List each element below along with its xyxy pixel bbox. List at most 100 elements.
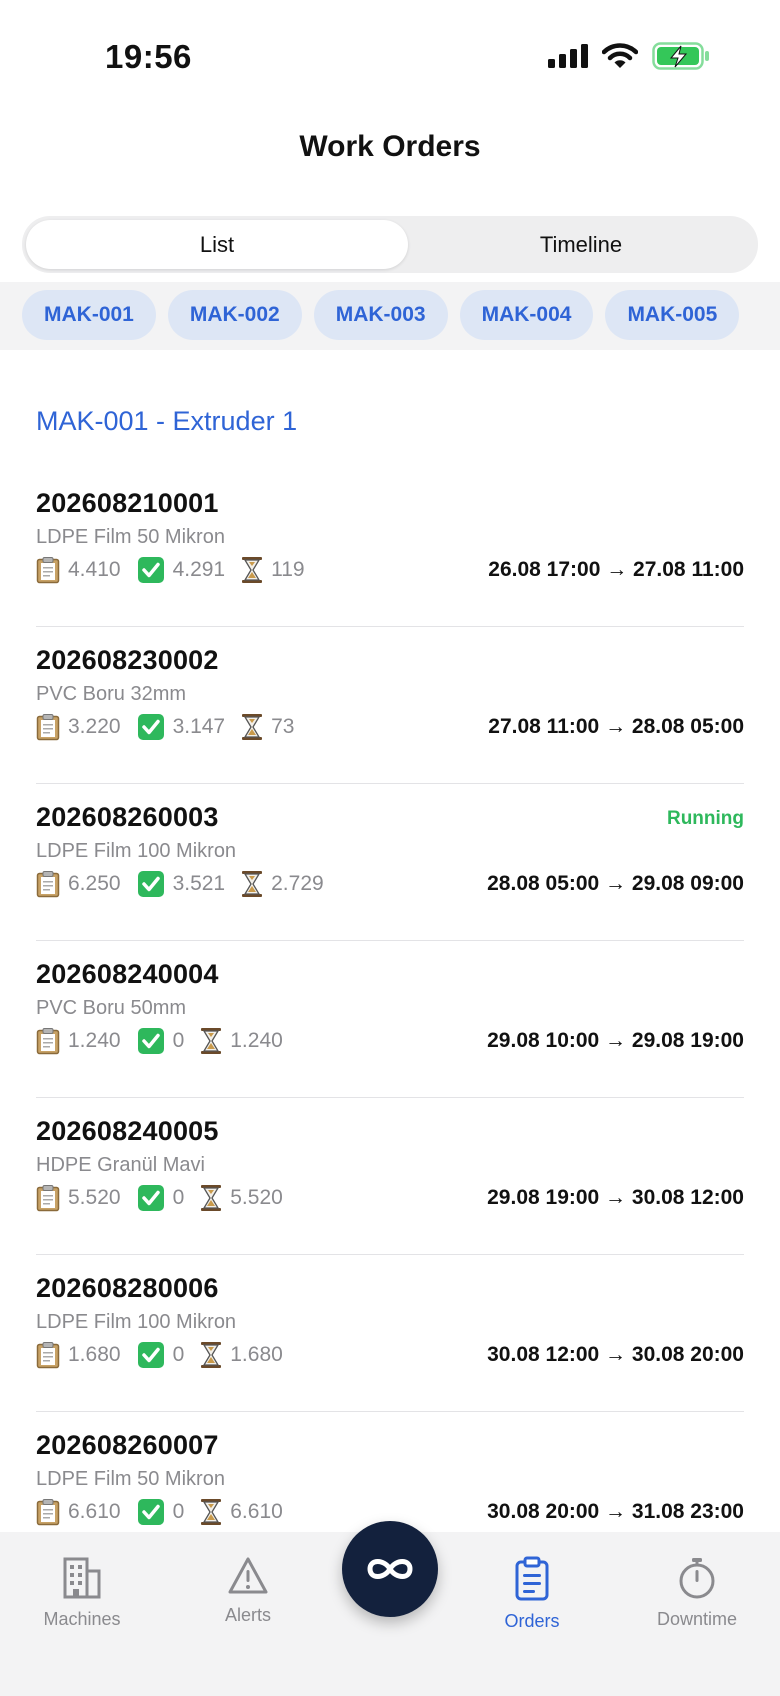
remaining-qty: 2.729 <box>271 872 324 895</box>
order-id: 202608260003 <box>36 802 219 832</box>
hourglass-icon <box>200 1184 222 1212</box>
order-stats: 1.240 0 1.240 <box>36 1027 299 1055</box>
order-stats: 4.410 4.291 119 <box>36 556 321 584</box>
clipboard-icon <box>36 556 60 584</box>
hourglass-icon <box>241 713 263 741</box>
segment-list[interactable]: List <box>26 220 408 269</box>
machine-chip[interactable]: MAK-001 <box>22 290 156 340</box>
order-row[interactable]: 202608280006 LDPE Film 100 Mikron 1.680 0 1.… <box>36 1255 744 1412</box>
order-time-range: 28.08 05:00 → 29.08 09:00 <box>487 872 744 895</box>
check-box-icon <box>137 713 165 741</box>
order-id: 202608240004 <box>36 959 219 989</box>
remaining-qty: 73 <box>271 715 295 738</box>
order-stats: 5.520 0 5.520 <box>36 1184 299 1212</box>
orders-list: 202608210001 LDPE Film 50 Mikron 4.410 4.29… <box>36 470 744 1569</box>
section-header: MAK-001 - Extruder 1 <box>36 406 298 436</box>
machine-filter-bar: MAK-001 MAK-002 MAK-003 MAK-004 MAK-005 <box>0 282 780 350</box>
order-time-range: 30.08 12:00 → 30.08 20:00 <box>487 1343 744 1366</box>
tab-label: Downtime <box>656 1609 738 1629</box>
tab-orders[interactable]: Orders <box>462 1556 602 1632</box>
hourglass-icon <box>241 870 263 898</box>
planned-qty: 4.410 <box>68 558 121 581</box>
tab-downtime[interactable]: Downtime <box>627 1556 767 1630</box>
order-time-range: 30.08 20:00 → 31.08 23:00 <box>487 1500 744 1523</box>
check-box-icon <box>137 1341 165 1369</box>
done-qty: 0 <box>172 1029 185 1052</box>
view-segmented-control: List Timeline <box>22 216 758 273</box>
remaining-qty: 5.520 <box>230 1186 283 1209</box>
order-product: LDPE Film 50 Mikron <box>36 526 225 548</box>
stopwatch-icon <box>679 1558 715 1599</box>
signal-icon <box>548 44 588 68</box>
order-row[interactable]: 202608230002 PVC Boru 32mm 3.220 3.147 73 27.… <box>36 627 744 784</box>
order-product: HDPE Granül Mavi <box>36 1154 205 1176</box>
battery-charging-icon <box>652 42 709 70</box>
remaining-qty: 6.610 <box>230 1500 283 1523</box>
order-product: PVC Boru 50mm <box>36 997 187 1019</box>
order-id: 202608210001 <box>36 488 219 518</box>
page-title: Work Orders <box>299 130 481 163</box>
check-box-icon <box>137 1184 165 1212</box>
hourglass-icon <box>200 1498 222 1526</box>
tab-label: Alerts <box>224 1605 271 1625</box>
order-product: LDPE Film 100 Mikron <box>36 840 237 862</box>
warning-icon <box>228 1557 268 1594</box>
clipboard-icon <box>36 1498 60 1526</box>
order-product: PVC Boru 32mm <box>36 683 187 705</box>
order-id: 202608230002 <box>36 645 219 675</box>
tab-label: Machines <box>43 1609 121 1629</box>
order-id: 202608260007 <box>36 1430 219 1460</box>
remaining-qty: 1.680 <box>230 1343 283 1366</box>
planned-qty: 1.240 <box>68 1029 121 1052</box>
planned-qty: 6.250 <box>68 872 121 895</box>
planned-qty: 6.610 <box>68 1500 121 1523</box>
status-bar: 19:56 <box>0 0 780 110</box>
order-id: 202608280006 <box>36 1273 219 1303</box>
wifi-icon <box>602 43 638 68</box>
remaining-qty: 119 <box>271 558 305 581</box>
machine-chip[interactable]: MAK-004 <box>459 290 594 340</box>
done-qty: 0 <box>172 1186 185 1209</box>
done-qty: 3.147 <box>172 715 226 738</box>
machine-chip[interactable]: MAK-005 <box>605 290 740 340</box>
order-id: 202608240005 <box>36 1116 219 1146</box>
center-action-button[interactable] <box>342 1521 438 1617</box>
planned-qty: 5.520 <box>68 1186 121 1209</box>
segment-timeline[interactable]: Timeline <box>408 220 754 269</box>
done-qty: 3.521 <box>172 872 226 895</box>
order-row[interactable]: 202608240004 PVC Boru 50mm 1.240 0 1.240 29.0… <box>36 941 744 1098</box>
order-stats: 1.680 0 1.680 <box>36 1341 299 1369</box>
order-row[interactable]: 202608210001 LDPE Film 50 Mikron 4.410 4.29… <box>36 470 744 627</box>
order-status: Running <box>666 808 744 829</box>
done-qty: 0 <box>172 1500 185 1523</box>
tab-machines[interactable]: Machines <box>12 1556 152 1630</box>
check-box-icon <box>137 1027 165 1055</box>
clipboard-icon <box>36 713 60 741</box>
building-icon <box>63 1557 101 1599</box>
clipboard-icon <box>36 1184 60 1212</box>
order-product: LDPE Film 50 Mikron <box>36 1468 225 1490</box>
planned-qty: 1.680 <box>68 1343 121 1366</box>
hourglass-icon <box>241 556 263 584</box>
infinity-icon <box>367 1559 413 1579</box>
order-time-range: 26.08 17:00 → 27.08 11:00 <box>488 558 744 581</box>
order-row[interactable]: 202608240005 HDPE Granül Mavi 5.520 0 5.520 2… <box>36 1098 744 1255</box>
order-time-range: 29.08 19:00 → 30.08 12:00 <box>487 1186 744 1209</box>
check-box-icon <box>137 1498 165 1526</box>
order-stats: 6.610 0 6.610 <box>36 1498 299 1526</box>
order-stats: 6.250 3.521 2.729 <box>36 870 340 898</box>
order-stats: 3.220 3.147 73 <box>36 713 310 741</box>
clipboard-icon <box>36 1027 60 1055</box>
order-time-range: 29.08 10:00 → 29.08 19:00 <box>487 1029 744 1052</box>
order-row[interactable]: 202608260003 Running LDPE Film 100 Mikron 6… <box>36 784 744 941</box>
machine-chip[interactable]: MAK-003 <box>313 290 448 340</box>
clipboard-icon <box>36 870 60 898</box>
tab-alerts[interactable]: Alerts <box>178 1556 318 1626</box>
order-product: LDPE Film 100 Mikron <box>36 1311 237 1333</box>
done-qty: 0 <box>172 1343 185 1366</box>
order-time-range: 27.08 11:00 → 28.08 05:00 <box>488 715 744 738</box>
clipboard-list-icon <box>515 1556 549 1601</box>
check-box-icon <box>137 556 165 584</box>
machine-chip[interactable]: MAK-002 <box>167 290 302 340</box>
hourglass-icon <box>200 1341 222 1369</box>
